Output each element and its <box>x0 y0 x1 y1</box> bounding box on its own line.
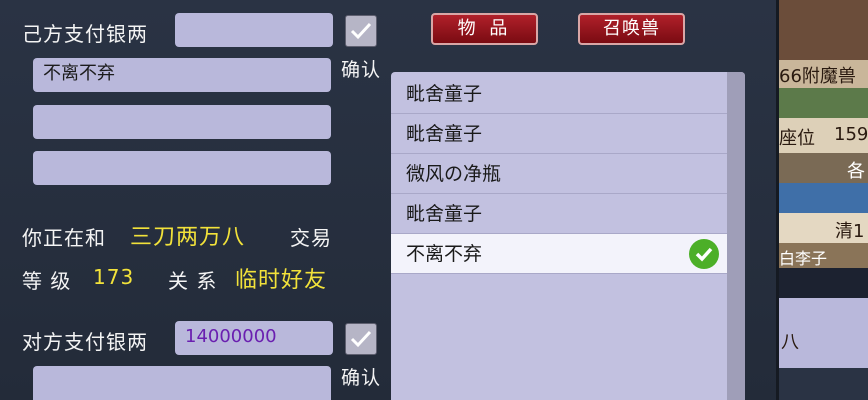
list-item-label: 毗舍童子 <box>406 123 483 145</box>
side-row-7 <box>779 368 868 400</box>
side-row-1: 66附魔兽 <box>779 60 868 88</box>
my-confirm-label: 确认 <box>341 59 382 81</box>
side-text-2: 座位 <box>779 128 815 149</box>
side-text-1: 66附魔兽 <box>779 66 856 87</box>
list-item-label: 毗舍童子 <box>406 203 483 225</box>
trade-suffix-text: 交易 <box>290 226 332 250</box>
side-row-2: 座位 159 <box>779 118 868 153</box>
trade-prefix-text: 你正在和 <box>22 226 106 250</box>
game-side-view: 66附魔兽 座位 159 各 清1 白李子 八 <box>779 0 868 400</box>
relation-value: 临时好友 <box>235 268 328 293</box>
side-row-4: 清1 <box>779 213 868 243</box>
my-item-slot-2[interactable] <box>33 105 331 139</box>
list-item[interactable]: 微风の净瓶 <box>391 154 727 194</box>
level-value: 173 <box>93 265 135 289</box>
side-row-6 <box>779 268 868 298</box>
list-item[interactable]: 毗舍童子 <box>391 114 727 154</box>
side-scene-2 <box>779 183 868 213</box>
side-portrait <box>779 0 868 60</box>
tab-summon-button[interactable]: 召唤兽 <box>578 13 685 45</box>
list-item-label: 微风の净瓶 <box>406 163 502 185</box>
my-confirm-checkbox[interactable] <box>345 15 377 47</box>
my-item-slot-1[interactable]: 不离不弃 <box>33 58 331 92</box>
selected-check-icon <box>689 239 719 269</box>
checkmark-icon <box>350 330 372 348</box>
list-item-selected[interactable]: 不离不弃 <box>391 234 727 274</box>
side-row-5: 白李子 <box>779 243 868 268</box>
my-silver-input[interactable] <box>175 13 333 47</box>
their-item-slot-1 <box>33 366 331 400</box>
relation-label: 关 系 <box>168 269 218 293</box>
list-item[interactable]: 毗舍童子 <box>391 194 727 234</box>
list-item-label: 不离不弃 <box>406 243 483 265</box>
side-text-7: 八 <box>781 332 799 353</box>
side-field: 八 <box>779 298 868 368</box>
list-scrollbar[interactable] <box>727 72 745 400</box>
their-silver-label: 对方支付银两 <box>22 330 148 354</box>
their-silver-value: 14000000 <box>175 321 333 355</box>
checkmark-icon <box>695 247 713 262</box>
side-text-3: 159 <box>834 124 868 145</box>
my-silver-label: 己方支付银两 <box>22 22 148 46</box>
side-text-5: 清1 <box>835 221 865 242</box>
my-item-slot-3[interactable] <box>33 151 331 185</box>
list-item-label: 毗舍童子 <box>406 83 483 105</box>
item-list[interactable]: 毗舍童子 毗舍童子 微风の净瓶 毗舍童子 不离不弃 <box>391 72 745 400</box>
level-label: 等 级 <box>22 269 72 293</box>
list-item[interactable]: 毗舍童子 <box>391 74 727 114</box>
their-confirm-checkbox <box>345 323 377 355</box>
trade-panel: 己方支付银两 确认 不离不弃 你正在和 三刀两万八 交易 等 级 173 关 系… <box>0 0 778 400</box>
side-text-6: 白李子 <box>779 249 828 268</box>
trade-partner-name: 三刀两万八 <box>130 225 246 250</box>
side-row-3: 各 <box>779 153 868 183</box>
tab-items-button[interactable]: 物 品 <box>431 13 538 45</box>
their-confirm-label: 确认 <box>341 367 382 389</box>
side-scene <box>779 88 868 118</box>
checkmark-icon <box>350 22 372 40</box>
side-text-4: 各 <box>847 161 865 182</box>
